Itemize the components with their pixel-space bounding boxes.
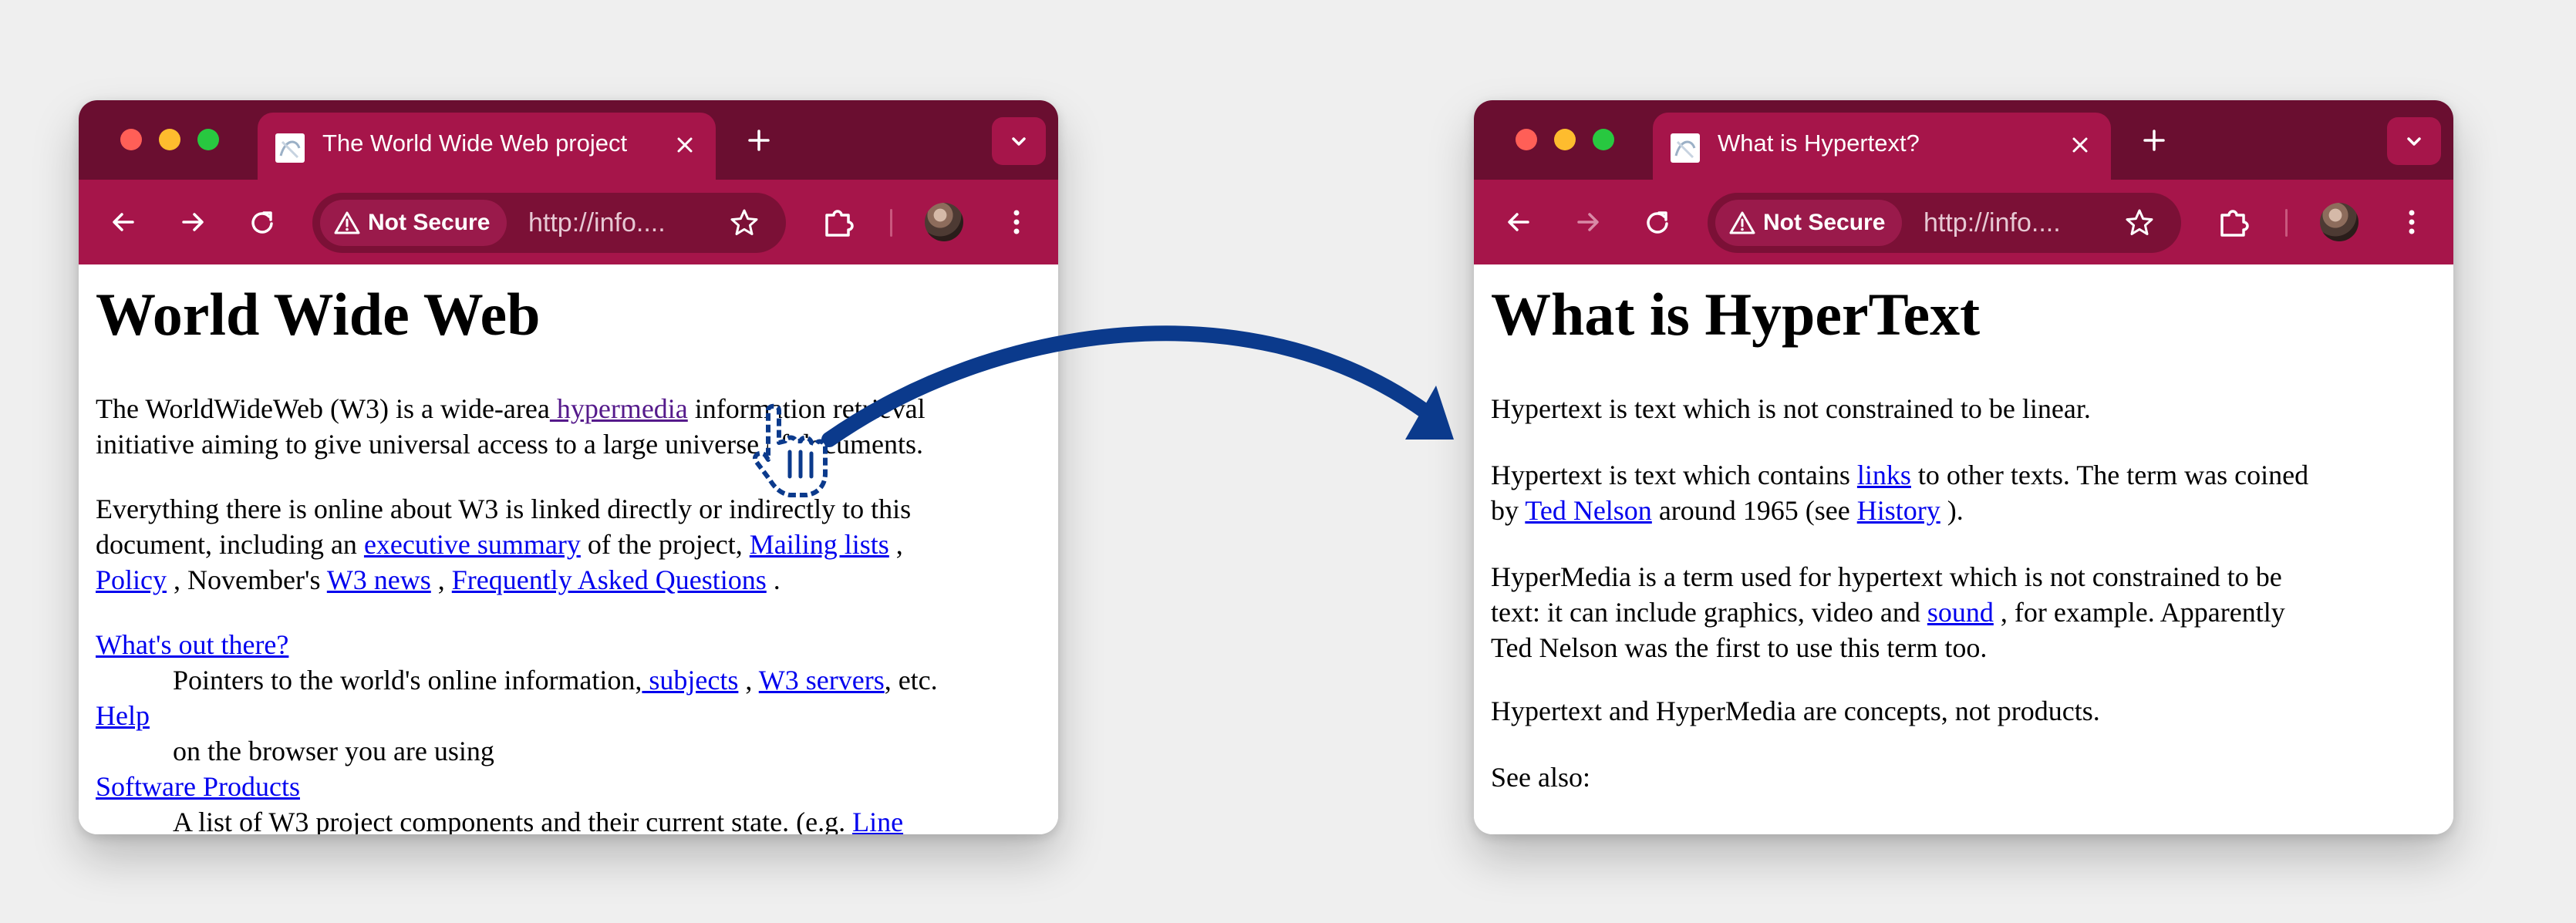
curved-arrow-icon — [821, 325, 1454, 447]
hand-cursor-icon — [753, 403, 828, 497]
